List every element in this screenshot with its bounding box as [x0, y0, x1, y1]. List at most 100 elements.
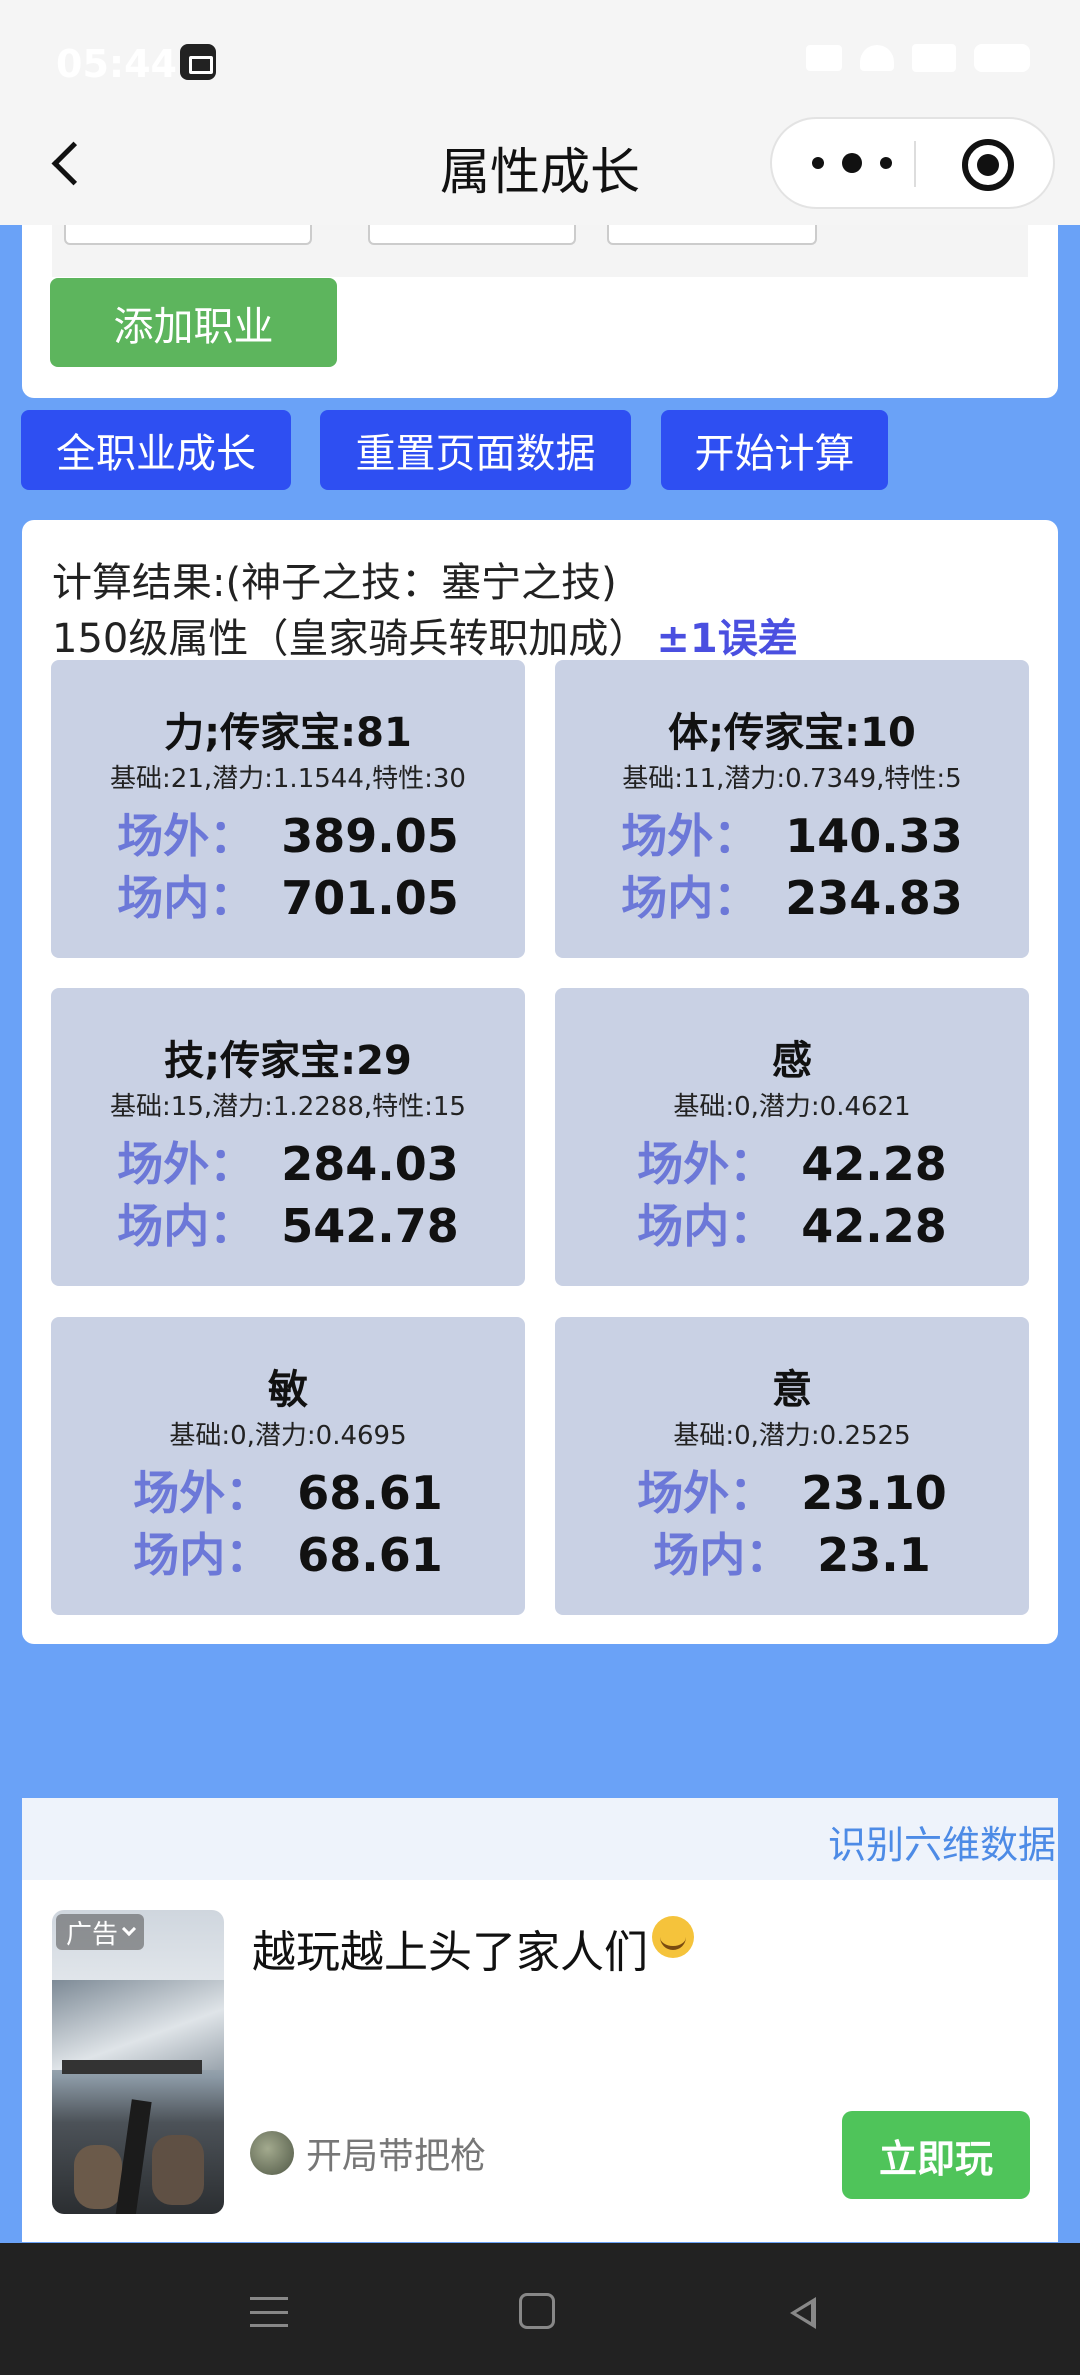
outside-value: 68.61 — [297, 1466, 443, 1520]
stat-inside-row: 场内： 542.78 — [51, 1190, 525, 1256]
stat-inside-row: 场内： 234.83 — [555, 862, 1029, 928]
miniprogram-capsule — [770, 117, 1055, 209]
ad-title-text: 越玩越上头了家人们 — [252, 1927, 648, 1978]
stat-outside-row: 场外： 23.10 — [555, 1457, 1029, 1523]
stat-detail: 基础:0,潜力:0.4695 — [169, 1421, 407, 1451]
stat-card-will: 意 基础:0,潜力:0.2525 场外： 23.10 场内： 23.1 — [555, 1317, 1029, 1615]
ad-header: 识别六维数据 — [22, 1798, 1058, 1880]
stat-detail: 基础:0,潜力:0.4621 — [673, 1092, 911, 1122]
inside-label: 场内： — [621, 871, 760, 925]
stat-outside-row: 场外： 284.03 — [51, 1128, 525, 1194]
stat-inside-row: 场内： 23.1 — [555, 1519, 1029, 1585]
title-bar: 属性成长 — [0, 112, 1080, 224]
outside-value: 389.05 — [281, 809, 459, 863]
reset-page-data-button[interactable]: 重置页面数据 — [320, 410, 631, 490]
outside-label: 场外： — [637, 1137, 776, 1191]
target-circle-icon[interactable] — [962, 139, 1014, 191]
battery-icon — [974, 44, 1030, 72]
top-bar: 05:44 属性成长 — [0, 0, 1080, 225]
outside-value: 284.03 — [281, 1137, 459, 1191]
error-note: ±1误差 — [656, 616, 798, 662]
notification-app-icon — [180, 44, 216, 80]
outside-label: 场外： — [117, 809, 256, 863]
inside-label: 场内： — [117, 871, 256, 925]
hd-icon — [806, 45, 842, 71]
stat-name: 力;传家宝:81 — [164, 710, 412, 756]
inside-label: 场内： — [653, 1528, 792, 1582]
system-status-icons — [806, 44, 1030, 72]
results-level-info: 150级属性（皇家骑兵转职加成） — [52, 616, 649, 662]
chevron-down-icon — [121, 1921, 137, 1937]
stat-card-perception: 感 基础:0,潜力:0.4621 场外： 42.28 场内： 42.28 — [555, 988, 1029, 1286]
stat-card-skill: 技;传家宝:29 基础:15,潜力:1.2288,特性:15 场外： 284.03… — [51, 988, 525, 1286]
stat-inside-row: 场内： 42.28 — [555, 1190, 1029, 1256]
ad-image-hand-left — [74, 2145, 122, 2209]
stat-detail: 基础:21,潜力:1.1544,特性:30 — [110, 764, 466, 794]
job-input-row — [52, 225, 1028, 277]
outside-value: 42.28 — [801, 1137, 947, 1191]
stat-detail: 基础:11,潜力:0.7349,特性:5 — [622, 764, 962, 794]
job-select-3[interactable] — [607, 225, 817, 245]
capsule-divider — [914, 141, 916, 187]
ad-image-mountains — [52, 1980, 224, 2070]
inside-label: 场内： — [133, 1528, 272, 1582]
recognize-six-stats-link[interactable]: 识别六维数据 — [828, 1814, 1056, 1869]
home-icon[interactable] — [519, 2293, 555, 2329]
job-select-2[interactable] — [368, 225, 576, 245]
results-card: 计算结果:(神子之技：塞宁之技) 150级属性（皇家骑兵转职加成） ±1误差 力;… — [22, 520, 1058, 1644]
ad-title[interactable]: 越玩越上头了家人们 — [252, 1916, 694, 1980]
results-heading: 计算结果:(神子之技：塞宁之技) — [52, 560, 617, 606]
stat-outside-row: 场外： 389.05 — [51, 800, 525, 866]
outside-label: 场外： — [637, 1466, 776, 1520]
play-now-button[interactable]: 立即玩 — [842, 2111, 1030, 2199]
stat-outside-row: 场外： 68.61 — [51, 1457, 525, 1523]
stat-name: 技;传家宝:29 — [164, 1038, 412, 1084]
outside-value: 23.10 — [801, 1466, 947, 1520]
job-select-1[interactable] — [64, 225, 312, 245]
stat-outside-row: 场外： 140.33 — [555, 800, 1029, 866]
inside-label: 场内： — [637, 1199, 776, 1253]
start-calculation-button[interactable]: 开始计算 — [661, 410, 888, 490]
results-subheading: 150级属性（皇家骑兵转职加成） ±1误差 — [52, 606, 798, 664]
stat-name: 感 — [772, 1038, 812, 1084]
wifi-icon — [860, 45, 894, 71]
outside-label: 场外： — [621, 809, 760, 863]
inside-value: 234.83 — [785, 871, 963, 925]
stat-card-strength: 力;传家宝:81 基础:21,潜力:1.1544,特性:30 场外： 389.05… — [51, 660, 525, 958]
stat-inside-row: 场内： 701.05 — [51, 862, 525, 928]
stat-card-agility: 敏 基础:0,潜力:0.4695 场外： 68.61 场内： 68.61 — [51, 1317, 525, 1615]
outside-value: 140.33 — [785, 809, 963, 863]
ad-author: 开局带把枪 — [250, 2130, 486, 2177]
stat-name: 体;传家宝:10 — [668, 710, 916, 756]
inside-value: 542.78 — [281, 1199, 459, 1253]
stat-card-constitution: 体;传家宝:10 基础:11,潜力:0.7349,特性:5 场外： 140.33 … — [555, 660, 1029, 958]
stat-outside-row: 场外： 42.28 — [555, 1128, 1029, 1194]
status-bar: 05:44 — [0, 0, 1080, 120]
outside-label: 场外： — [133, 1466, 272, 1520]
inside-value: 23.1 — [817, 1528, 931, 1582]
ad-label-text: 广告 — [66, 1919, 119, 1950]
add-job-button[interactable]: 添加职业 — [50, 278, 337, 367]
author-avatar — [250, 2131, 294, 2175]
signal-icon — [912, 44, 956, 72]
stat-name: 敏 — [268, 1367, 308, 1413]
status-time: 05:44 — [56, 42, 177, 86]
stat-detail: 基础:15,潜力:1.2288,特性:15 — [110, 1092, 466, 1122]
ad-card[interactable]: 广告 越玩越上头了家人们 开局带把枪 立即玩 — [22, 1880, 1058, 2242]
inside-value: 68.61 — [297, 1528, 443, 1582]
stat-name: 意 — [772, 1367, 812, 1413]
system-nav-bar — [0, 2243, 1080, 2375]
ad-label-tag[interactable]: 广告 — [56, 1914, 145, 1950]
outside-label: 场外： — [117, 1137, 256, 1191]
all-jobs-growth-button[interactable]: 全职业成长 — [21, 410, 291, 490]
ad-image-train — [62, 2060, 202, 2074]
menu-icon[interactable] — [250, 2297, 288, 2327]
inside-value: 701.05 — [281, 871, 459, 925]
back-triangle-icon[interactable] — [782, 2293, 818, 2329]
ad-image[interactable]: 广告 — [52, 1910, 224, 2214]
inside-value: 42.28 — [801, 1199, 947, 1253]
more-dots-icon[interactable] — [812, 143, 892, 183]
stat-inside-row: 场内： 68.61 — [51, 1519, 525, 1585]
laughing-emoji-icon — [652, 1916, 694, 1958]
inside-label: 场内： — [117, 1199, 256, 1253]
